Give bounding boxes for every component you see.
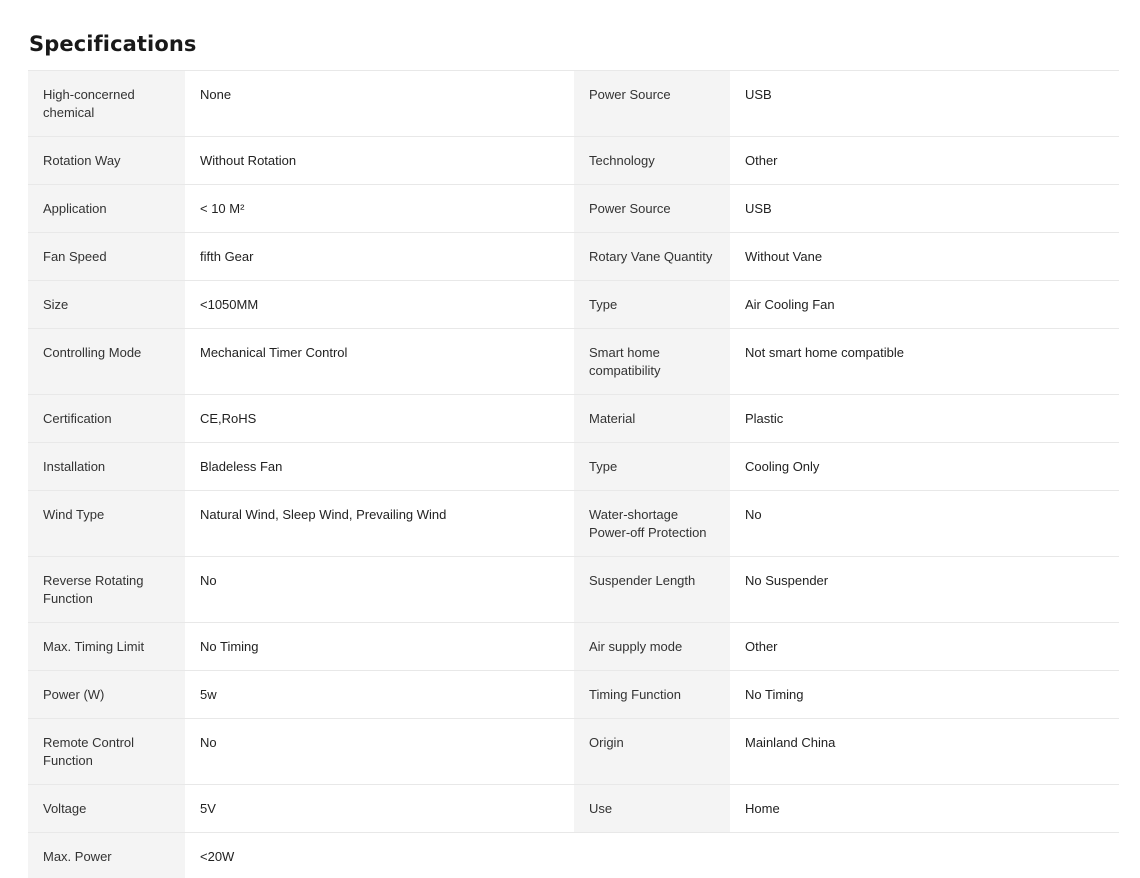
spec-label: Controlling Mode — [28, 329, 185, 395]
spec-value: Not smart home compatible — [730, 329, 1119, 395]
spec-label: Air supply mode — [574, 623, 730, 671]
table-row: Rotation Way Without Rotation Technology… — [28, 137, 1119, 185]
spec-label: Water-shortage Power-off Protection — [574, 491, 730, 557]
spec-label: Voltage — [28, 785, 185, 833]
table-row: Reverse Rotating Function No Suspender L… — [28, 557, 1119, 623]
spec-value: < 10 M² — [185, 185, 574, 233]
spec-value: Air Cooling Fan — [730, 281, 1119, 329]
spec-value: Natural Wind, Sleep Wind, Prevailing Win… — [185, 491, 574, 557]
spec-value: <20W — [185, 833, 574, 878]
spec-label: Installation — [28, 443, 185, 491]
spec-value: Mechanical Timer Control — [185, 329, 574, 395]
table-row: Controlling Mode Mechanical Timer Contro… — [28, 329, 1119, 395]
spec-label: Timing Function — [574, 671, 730, 719]
spec-label: Use — [574, 785, 730, 833]
spec-value: <1050MM — [185, 281, 574, 329]
spec-label: Smart home compatibility — [574, 329, 730, 395]
empty-cell — [730, 833, 1119, 878]
spec-value: No — [185, 719, 574, 785]
spec-label: High-concerned chemical — [28, 71, 185, 137]
specifications-table: High-concerned chemical None Power Sourc… — [28, 70, 1119, 878]
table-row: Size <1050MM Type Air Cooling Fan — [28, 281, 1119, 329]
spec-label: Max. Power — [28, 833, 185, 878]
spec-label: Max. Timing Limit — [28, 623, 185, 671]
table-row: Certification CE,RoHS Material Plastic — [28, 395, 1119, 443]
spec-label: Application — [28, 185, 185, 233]
table-row: Max. Power <20W — [28, 833, 1119, 878]
spec-label: Technology — [574, 137, 730, 185]
section-title: Specifications — [29, 32, 197, 56]
spec-label: Reverse Rotating Function — [28, 557, 185, 623]
table-row: Power (W) 5w Timing Function No Timing — [28, 671, 1119, 719]
spec-value: Other — [730, 623, 1119, 671]
spec-label: Power Source — [574, 71, 730, 137]
spec-label: Fan Speed — [28, 233, 185, 281]
spec-label: Size — [28, 281, 185, 329]
spec-value: None — [185, 71, 574, 137]
table-row: Remote Control Function No Origin Mainla… — [28, 719, 1119, 785]
spec-label: Remote Control Function — [28, 719, 185, 785]
spec-value: USB — [730, 71, 1119, 137]
spec-value: Without Rotation — [185, 137, 574, 185]
table-row: Wind Type Natural Wind, Sleep Wind, Prev… — [28, 491, 1119, 557]
spec-value: fifth Gear — [185, 233, 574, 281]
table-row: Fan Speed fifth Gear Rotary Vane Quantit… — [28, 233, 1119, 281]
spec-value: Mainland China — [730, 719, 1119, 785]
empty-cell — [574, 833, 730, 878]
spec-label: Rotary Vane Quantity — [574, 233, 730, 281]
spec-value: Home — [730, 785, 1119, 833]
spec-value: Other — [730, 137, 1119, 185]
spec-value: No Suspender — [730, 557, 1119, 623]
spec-value: USB — [730, 185, 1119, 233]
spec-label: Power Source — [574, 185, 730, 233]
table-row: Voltage 5V Use Home — [28, 785, 1119, 833]
spec-value: No Timing — [730, 671, 1119, 719]
spec-label: Certification — [28, 395, 185, 443]
spec-label: Rotation Way — [28, 137, 185, 185]
spec-value: No — [185, 557, 574, 623]
spec-value: 5V — [185, 785, 574, 833]
spec-label: Material — [574, 395, 730, 443]
spec-value: No Timing — [185, 623, 574, 671]
spec-value: CE,RoHS — [185, 395, 574, 443]
spec-value: Plastic — [730, 395, 1119, 443]
spec-label: Type — [574, 443, 730, 491]
table-row: High-concerned chemical None Power Sourc… — [28, 71, 1119, 137]
spec-value: No — [730, 491, 1119, 557]
spec-value: 5w — [185, 671, 574, 719]
spec-label: Suspender Length — [574, 557, 730, 623]
spec-label: Type — [574, 281, 730, 329]
spec-value: Bladeless Fan — [185, 443, 574, 491]
spec-value: Without Vane — [730, 233, 1119, 281]
spec-value: Cooling Only — [730, 443, 1119, 491]
spec-label: Origin — [574, 719, 730, 785]
table-row: Installation Bladeless Fan Type Cooling … — [28, 443, 1119, 491]
table-row: Max. Timing Limit No Timing Air supply m… — [28, 623, 1119, 671]
spec-label: Power (W) — [28, 671, 185, 719]
table-row: Application < 10 M² Power Source USB — [28, 185, 1119, 233]
spec-label: Wind Type — [28, 491, 185, 557]
